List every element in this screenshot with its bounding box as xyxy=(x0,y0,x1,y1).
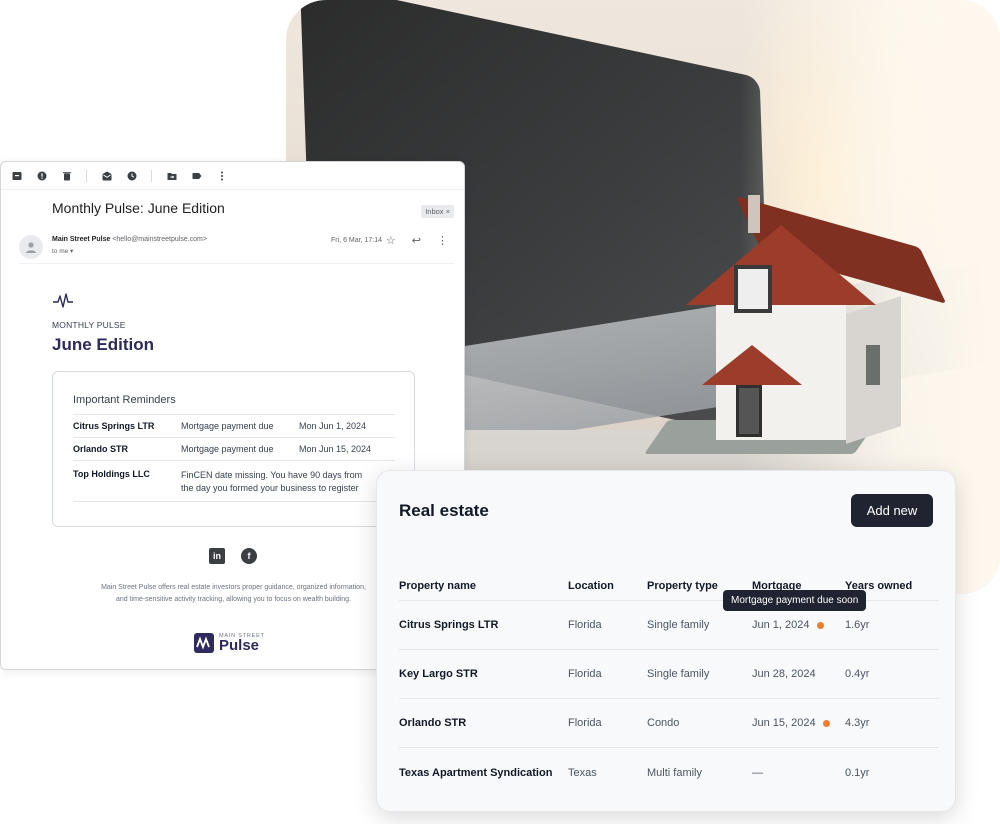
logo-big-text: Pulse xyxy=(219,637,260,654)
years-owned: 0.4yr xyxy=(845,668,870,680)
email-date: Fri, 6 Mar, 17:14 xyxy=(331,237,382,244)
property-location: Florida xyxy=(568,717,602,729)
mortgage-tooltip: Mortgage payment due soon xyxy=(723,590,867,611)
mortgage-date: Jun 15, 2024 xyxy=(752,717,816,729)
facebook-icon[interactable]: f xyxy=(241,548,257,564)
reminder-note: Mortgage payment due xyxy=(181,421,274,431)
snooze-icon[interactable] xyxy=(126,170,137,181)
star-icon[interactable]: ☆ xyxy=(386,234,396,247)
reminder-note-line: FinCEN date missing. You have 90 days fr… xyxy=(181,470,363,480)
inbox-label-chip[interactable]: Inbox × xyxy=(421,205,454,218)
reminder-date: Mon Jun 1, 2024 xyxy=(299,421,367,431)
sender-line: Main Street Pulse <hello@mainstreetpulse… xyxy=(52,236,207,243)
mortgage-date: Jun 1, 2024 xyxy=(752,619,810,631)
property-name: Orlando STR xyxy=(399,717,467,729)
real-estate-card: Real estate Add new Property name Locati… xyxy=(376,470,956,812)
reminder-entity: Citrus Springs LTR xyxy=(73,421,155,431)
email-toolbar xyxy=(1,162,464,190)
footer-logo: MAIN STREET Pulse xyxy=(194,633,265,653)
reminder-entity: Orlando STR xyxy=(73,444,129,454)
reminder-row: Citrus Springs LTR Mortgage payment due … xyxy=(73,415,395,438)
sender-name: Main Street Pulse xyxy=(52,236,111,243)
years-owned: 1.6yr xyxy=(845,619,870,631)
footer-text: Main Street Pulse offers real estate inv… xyxy=(101,584,366,603)
reminder-note-line: the day you formed your business to regi… xyxy=(181,483,359,493)
reminder-note: FinCEN date missing. You have 90 days fr… xyxy=(181,469,395,495)
newsletter-label: MONTHLY PULSE xyxy=(52,320,126,330)
house-model-image xyxy=(644,195,947,465)
linkedin-icon[interactable]: in xyxy=(209,548,225,564)
move-to-icon[interactable] xyxy=(166,170,177,181)
edition-title: June Edition xyxy=(52,335,154,354)
mortgage-cell: Jun 15, 2024 xyxy=(752,717,845,729)
mark-unread-icon[interactable] xyxy=(101,170,112,181)
card-title: Real estate xyxy=(399,501,489,520)
table-row[interactable]: Texas Apartment Syndication Texas Multi … xyxy=(399,748,939,797)
social-links: in f xyxy=(209,548,257,564)
reminders-title: Important Reminders xyxy=(73,394,176,406)
property-type: Condo xyxy=(647,717,680,729)
reminders-table: Citrus Springs LTR Mortgage payment due … xyxy=(73,414,395,502)
add-new-button[interactable]: Add new xyxy=(851,494,933,527)
person-icon xyxy=(26,242,36,253)
pulse-logo-icon xyxy=(53,293,73,308)
reminders-box: Important Reminders Citrus Springs LTR M… xyxy=(52,371,415,527)
column-header[interactable]: Location xyxy=(568,580,647,592)
more-icon[interactable]: ⋮ xyxy=(437,234,448,247)
alert-dot-icon[interactable] xyxy=(822,719,830,727)
avatar xyxy=(19,235,43,259)
property-type: Single family xyxy=(647,619,710,631)
sender-email: <hello@mainstreetpulse.com> xyxy=(112,236,207,243)
mortgage-cell: Jun 1, 2024 xyxy=(752,619,845,631)
table-row[interactable]: Orlando STR Florida Condo Jun 15, 2024 4… xyxy=(399,699,939,748)
property-location: Florida xyxy=(568,619,602,631)
delete-icon[interactable] xyxy=(61,170,72,181)
column-header[interactable]: Property name xyxy=(399,580,568,592)
table-row[interactable]: Key Largo STR Florida Single family Jun … xyxy=(399,650,939,699)
years-owned: 4.3yr xyxy=(845,717,870,729)
alert-dot-icon[interactable] xyxy=(816,621,824,629)
reminder-note: Mortgage payment due xyxy=(181,444,274,454)
years-owned: 0.1yr xyxy=(845,766,870,779)
property-location: Texas xyxy=(568,766,597,779)
mortgage-cell: Jun 28, 2024 xyxy=(752,668,845,680)
reminder-entity: Top Holdings LLC xyxy=(73,469,150,479)
reminder-row: Top Holdings LLC FinCEN date missing. Yo… xyxy=(73,461,395,502)
reminder-date: Mon Jun 15, 2024 xyxy=(299,444,372,454)
email-subject: Monthly Pulse: June Edition xyxy=(52,199,225,216)
property-location: Florida xyxy=(568,668,602,680)
report-spam-icon[interactable] xyxy=(36,170,47,181)
subject-row: Monthly Pulse: June Edition Inbox × xyxy=(52,197,454,218)
property-type: Single family xyxy=(647,668,710,680)
reminder-row: Orlando STR Mortgage payment due Mon Jun… xyxy=(73,438,395,461)
reply-icon[interactable]: ↩ xyxy=(412,234,421,247)
archive-icon[interactable] xyxy=(11,170,22,181)
property-name: Citrus Springs LTR xyxy=(399,619,499,631)
mortgage-date: Jun 28, 2024 xyxy=(752,668,816,680)
mortgage-cell: — xyxy=(752,767,845,779)
property-name: Texas Apartment Syndication xyxy=(399,766,553,779)
pulse-brand-icon xyxy=(194,633,214,653)
mortgage-date: — xyxy=(752,766,763,779)
property-name: Key Largo STR xyxy=(399,668,478,680)
label-icon[interactable] xyxy=(191,170,202,181)
more-icon[interactable] xyxy=(216,170,227,181)
sender-row: Main Street Pulse <hello@mainstreetpulse… xyxy=(19,234,454,264)
property-type: Multi family xyxy=(647,766,703,779)
recipient-toggle[interactable]: to me ▾ xyxy=(52,247,73,255)
